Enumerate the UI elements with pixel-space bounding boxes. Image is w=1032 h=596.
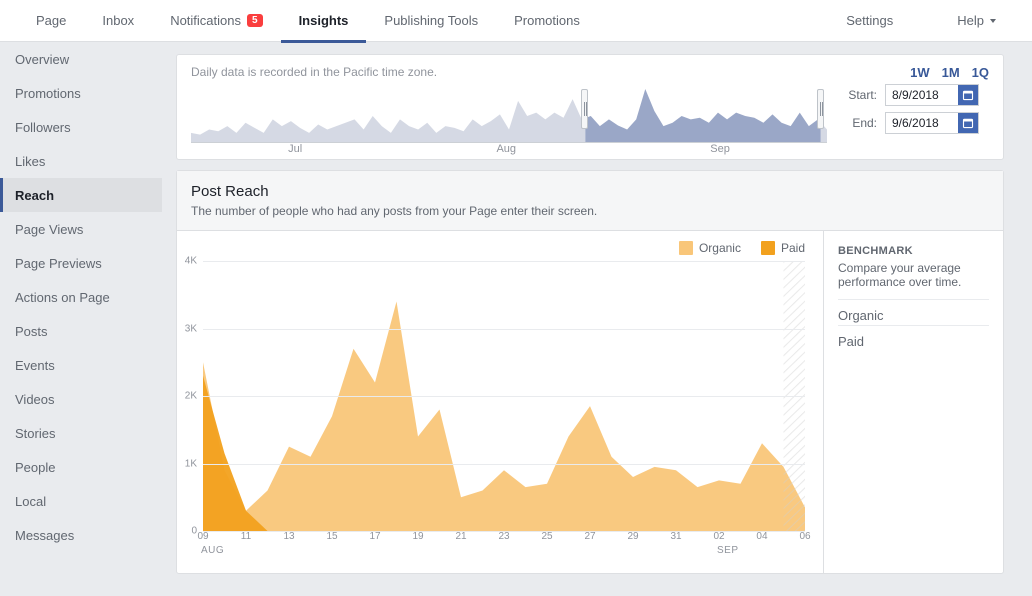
- range-handle-end[interactable]: [817, 89, 824, 129]
- range-handle-start[interactable]: [581, 89, 588, 129]
- sidebar-item-likes[interactable]: Likes: [0, 144, 162, 178]
- x-month-label: AUG: [201, 545, 224, 556]
- x-month-label: SEP: [717, 545, 739, 556]
- sidebar-item-videos[interactable]: Videos: [0, 382, 162, 416]
- range-1m[interactable]: 1M: [942, 65, 960, 80]
- calendar-icon[interactable]: [958, 113, 978, 133]
- sidebar-item-events[interactable]: Events: [0, 348, 162, 382]
- x-tick: 02: [713, 531, 724, 542]
- y-tick: 1K: [185, 458, 197, 469]
- end-date-label: End:: [839, 116, 877, 130]
- chevron-down-icon: [990, 19, 996, 23]
- benchmark-desc: Compare your average performance over ti…: [838, 261, 989, 289]
- tab-publishing-tools[interactable]: Publishing Tools: [366, 0, 496, 42]
- range-1w[interactable]: 1W: [910, 65, 930, 80]
- nav-help[interactable]: Help: [939, 0, 1014, 42]
- tab-inbox[interactable]: Inbox: [84, 0, 152, 42]
- sidebar: OverviewPromotionsFollowersLikesReachPag…: [0, 42, 162, 596]
- page-title: Post Reach: [191, 183, 989, 200]
- sidebar-item-stories[interactable]: Stories: [0, 416, 162, 450]
- x-tick: 27: [584, 531, 595, 542]
- x-tick: 19: [412, 531, 423, 542]
- y-tick: 0: [191, 526, 197, 537]
- x-tick: 09: [197, 531, 208, 542]
- start-date-label: Start:: [839, 88, 877, 102]
- y-tick: 4K: [185, 256, 197, 267]
- top-nav: PageInboxNotifications5InsightsPublishin…: [0, 0, 1032, 42]
- mini-chart[interactable]: [191, 83, 827, 143]
- tab-promotions[interactable]: Promotions: [496, 0, 598, 42]
- month-label: Sep: [710, 143, 730, 155]
- x-tick: 06: [799, 531, 810, 542]
- x-tick: 21: [455, 531, 466, 542]
- sidebar-item-actions-on-page[interactable]: Actions on Page: [0, 280, 162, 314]
- y-tick: 3K: [185, 323, 197, 334]
- x-tick: 31: [670, 531, 681, 542]
- sidebar-item-page-views[interactable]: Page Views: [0, 212, 162, 246]
- notifications-badge: 5: [247, 14, 263, 27]
- legend-paid[interactable]: Paid: [761, 241, 805, 255]
- benchmark-panel: BENCHMARK Compare your average performan…: [823, 231, 1003, 573]
- x-tick: 25: [541, 531, 552, 542]
- y-tick: 2K: [185, 391, 197, 402]
- post-reach-panel: Post Reach The number of people who had …: [176, 170, 1004, 574]
- sidebar-item-followers[interactable]: Followers: [0, 110, 162, 144]
- x-tick: 11: [241, 531, 251, 542]
- x-tick: 17: [369, 531, 380, 542]
- range-1q[interactable]: 1Q: [972, 65, 989, 80]
- nav-settings[interactable]: Settings: [828, 0, 911, 42]
- tab-insights[interactable]: Insights: [281, 0, 367, 42]
- x-tick: 15: [326, 531, 337, 542]
- calendar-icon[interactable]: [958, 85, 978, 105]
- sidebar-item-page-previews[interactable]: Page Previews: [0, 246, 162, 280]
- start-date-input[interactable]: 8/9/2018: [885, 84, 979, 106]
- sidebar-item-people[interactable]: People: [0, 450, 162, 484]
- chart-legend: Organic Paid: [203, 241, 805, 255]
- month-label: Aug: [496, 143, 516, 155]
- page-subtitle: The number of people who had any posts f…: [191, 204, 989, 218]
- sidebar-item-promotions[interactable]: Promotions: [0, 76, 162, 110]
- benchmark-title: BENCHMARK: [838, 245, 989, 257]
- date-range-panel: Daily data is recorded in the Pacific ti…: [176, 54, 1004, 160]
- x-tick: 13: [283, 531, 294, 542]
- month-label: Jul: [288, 143, 302, 155]
- x-tick: 23: [498, 531, 509, 542]
- sidebar-item-local[interactable]: Local: [0, 484, 162, 518]
- x-tick: 04: [756, 531, 767, 542]
- benchmark-paid[interactable]: Paid: [838, 325, 989, 351]
- end-date-input[interactable]: 9/6/2018: [885, 112, 979, 134]
- tab-notifications[interactable]: Notifications5: [152, 0, 280, 42]
- reach-chart[interactable]: 01K2K3K4K: [203, 261, 805, 531]
- tab-page[interactable]: Page: [18, 0, 84, 42]
- x-tick: 29: [627, 531, 638, 542]
- sidebar-item-posts[interactable]: Posts: [0, 314, 162, 348]
- benchmark-organic[interactable]: Organic: [838, 299, 989, 325]
- sidebar-item-messages[interactable]: Messages: [0, 518, 162, 552]
- timezone-note: Daily data is recorded in the Pacific ti…: [191, 65, 827, 79]
- sidebar-item-overview[interactable]: Overview: [0, 42, 162, 76]
- sidebar-item-reach[interactable]: Reach: [0, 178, 162, 212]
- legend-organic[interactable]: Organic: [679, 241, 741, 255]
